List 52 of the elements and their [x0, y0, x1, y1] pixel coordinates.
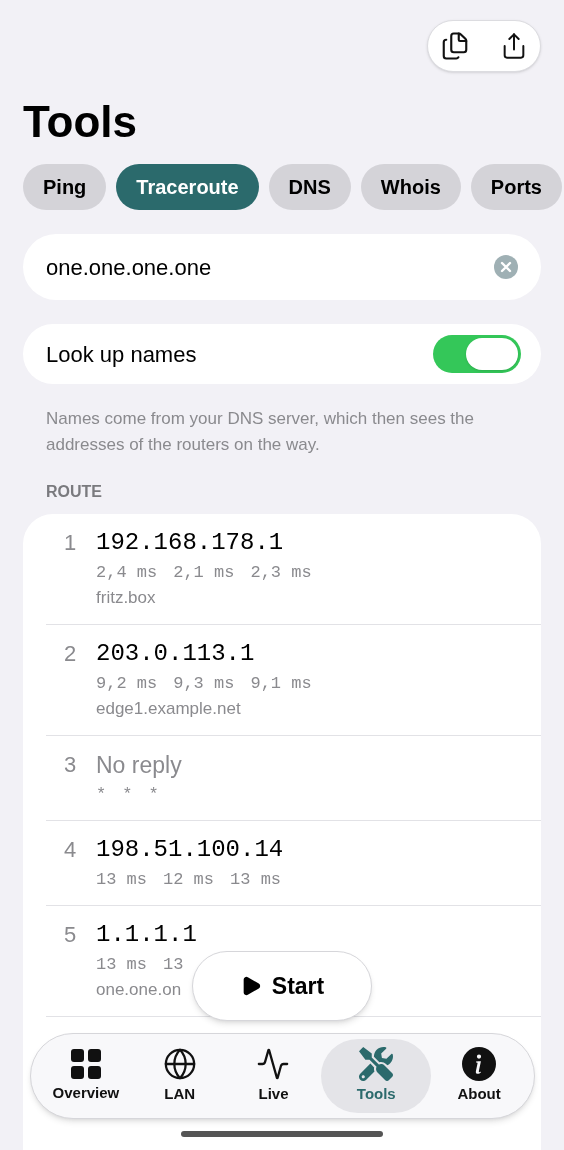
tool-tab[interactable]: Ping — [23, 164, 107, 210]
hop-time: * — [96, 784, 107, 806]
hop-hostname: edge1.example.net — [96, 698, 241, 720]
hop-time: * — [122, 784, 133, 806]
host-value: one.one.one.one — [46, 253, 213, 282]
hop-hostname: fritz.box — [96, 587, 156, 609]
grid-icon — [69, 1047, 102, 1080]
hop-time: 13 ms — [230, 869, 282, 891]
tool-tab[interactable]: Traceroute — [116, 164, 259, 210]
tool-tab[interactable]: Whois — [360, 164, 461, 210]
hop-number: 5 — [63, 921, 78, 949]
tool-tab[interactable]: DNS — [268, 164, 351, 210]
hop-hostname: one.one.on — [96, 979, 182, 1001]
hop-time: 2,1 ms — [173, 562, 235, 584]
hop-time: 12 ms — [163, 869, 215, 891]
hop-time: 9,1 ms — [250, 673, 312, 695]
hop-number: 4 — [63, 836, 78, 864]
hop-number: 1 — [63, 529, 78, 557]
tab-bar-item[interactable]: LAN — [133, 1039, 226, 1113]
hop-time: 13 — [163, 954, 184, 976]
hop-time: 9,2 ms — [96, 673, 158, 695]
host-field[interactable]: one.one.one.one — [23, 234, 541, 300]
hop-address: 203.0.113.1 — [96, 639, 255, 669]
start-button[interactable]: Start — [192, 951, 372, 1021]
hop-address: 1.1.1.1 — [96, 920, 197, 950]
tab-bar-item[interactable]: About — [433, 1039, 526, 1113]
hop-address: No reply — [96, 751, 182, 780]
page-title: Tools — [23, 96, 138, 148]
lookup-label: Look up names — [46, 340, 198, 369]
hop-number: 2 — [63, 640, 78, 668]
lookup-note: Names come from your DNS server, which then sees the addresses of the routers on the way. — [46, 408, 475, 456]
tab-bar-item[interactable]: Tools — [321, 1039, 432, 1113]
tab-bar-item[interactable]: Overview — [39, 1039, 132, 1113]
hop-time: 9,3 ms — [173, 673, 235, 695]
info-icon — [462, 1046, 497, 1081]
tool-tab[interactable]: Ports — [470, 164, 562, 210]
copy-icon — [440, 31, 470, 61]
hop-time: * — [148, 784, 159, 806]
globe-icon — [162, 1046, 197, 1081]
hop-number: 3 — [63, 751, 78, 779]
pulse-icon — [256, 1046, 291, 1081]
hop-address: 192.168.178.1 — [96, 528, 284, 558]
lookup-toggle[interactable] — [433, 335, 521, 373]
hop-time: 2,4 ms — [96, 562, 158, 584]
copy-button[interactable] — [440, 31, 470, 61]
tools-icon — [359, 1046, 394, 1081]
hop-time: 2,3 ms — [250, 562, 312, 584]
route-heading: ROUTE — [46, 482, 102, 502]
hop-time: 13 ms — [96, 954, 147, 976]
hop-time: 13 ms — [96, 869, 147, 891]
hop-address: 198.51.100.14 — [96, 835, 284, 865]
tab-bar-item[interactable]: Live — [227, 1039, 320, 1113]
